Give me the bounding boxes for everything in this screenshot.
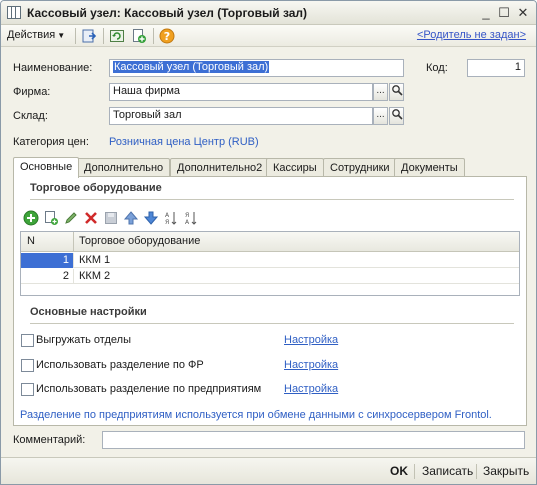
move-to-group-icon[interactable] (81, 28, 97, 44)
table-row[interactable]: 1 ККМ 1 (21, 253, 519, 268)
warehouse-select-button[interactable]: ... (373, 107, 388, 125)
tab-panel-main: Торговое оборудование A Я Я A N Торговое… (13, 176, 527, 426)
move-down-icon[interactable] (143, 210, 159, 226)
column-header-equipment[interactable]: Торговое оборудование (79, 235, 200, 247)
column-divider (73, 253, 74, 268)
row-number: 1 (62, 254, 69, 266)
name-label: Наименование: (13, 62, 93, 74)
code-field[interactable]: 1 (467, 59, 525, 77)
edit-row-icon[interactable] (63, 210, 79, 226)
toolbar-divider (103, 28, 104, 44)
magnifier-icon (391, 109, 403, 120)
export-departments-checkbox[interactable] (21, 334, 34, 347)
table-header: N Торговое оборудование (21, 232, 519, 252)
save-disabled-icon[interactable] (103, 210, 119, 226)
tab-employees[interactable]: Сотрудники (323, 158, 397, 177)
firm-value: Наша фирма (113, 85, 181, 97)
code-label: Код: (426, 62, 448, 74)
firm-label: Фирма: (13, 86, 51, 98)
price-category-label: Категория цен: (13, 136, 89, 148)
actions-menu[interactable]: Действия ▼ (7, 29, 65, 41)
footer-divider (476, 464, 477, 479)
split-by-fr-checkbox[interactable] (21, 359, 34, 372)
copy-row-icon[interactable] (43, 210, 59, 226)
save-button[interactable]: Записать (422, 464, 473, 478)
svg-text:A: A (185, 219, 190, 226)
tab-additional-2[interactable]: Дополнительно2 (170, 158, 270, 177)
export-departments-settings-link[interactable]: Настройка (284, 334, 338, 346)
close-icon[interactable]: ✕ (515, 5, 531, 21)
form-footer: OK Записать Закрыть (1, 457, 536, 484)
comment-field[interactable] (102, 431, 525, 449)
row-equipment-name: ККМ 1 (79, 254, 111, 266)
enterprise-split-note: Разделение по предприятиям используется … (20, 409, 492, 421)
toolbar-divider (153, 28, 154, 44)
equipment-table[interactable]: N Торговое оборудование 1 ККМ 1 2 ККМ 2 (20, 231, 520, 296)
close-button[interactable]: Закрыть (483, 464, 529, 478)
sort-descending-icon[interactable]: ЯA (183, 210, 199, 226)
tab-main[interactable]: Основные (13, 157, 80, 178)
tab-documents[interactable]: Документы (394, 158, 465, 177)
split-by-fr-settings-link[interactable]: Настройка (284, 359, 338, 371)
warehouse-open-button[interactable] (389, 107, 404, 125)
svg-text:?: ? (164, 30, 170, 43)
column-divider (73, 232, 74, 252)
split-by-enterprise-checkbox[interactable] (21, 383, 34, 396)
toolbar-divider (75, 28, 76, 44)
warehouse-label: Склад: (13, 110, 48, 122)
help-icon[interactable]: ? (159, 28, 175, 44)
minimize-icon[interactable]: _ (478, 5, 494, 21)
chevron-down-icon: ▼ (57, 31, 66, 40)
command-bar: Действия ▼ ? <Родитель не задан> (1, 25, 536, 47)
footer-divider (414, 464, 415, 479)
ellipsis-icon: ... (376, 85, 385, 96)
firm-select-button[interactable]: ... (373, 83, 388, 101)
split-by-fr-label: Использовать разделение по ФР (36, 359, 204, 371)
section-divider (30, 199, 514, 200)
sort-ascending-icon[interactable]: AЯ (163, 210, 179, 226)
add-document-icon[interactable] (131, 28, 147, 44)
code-value: 1 (514, 61, 521, 73)
price-category-link[interactable]: Розничная цена Центр (RUB) (109, 136, 259, 148)
column-divider (73, 269, 74, 284)
actions-menu-label: Действия (7, 29, 56, 41)
window-title: Кассовый узел: Кассовый узел (Торговый з… (27, 6, 308, 20)
firm-field[interactable]: Наша фирма (109, 83, 373, 101)
split-by-enterprise-settings-link[interactable]: Настройка (284, 383, 338, 395)
settings-section-title: Основные настройки (30, 306, 147, 318)
parent-link[interactable]: <Родитель не задан> (417, 29, 526, 41)
row-number: 2 (62, 270, 69, 282)
ellipsis-icon: ... (376, 109, 385, 120)
tab-additional[interactable]: Дополнительно (77, 158, 171, 177)
firm-open-button[interactable] (389, 83, 404, 101)
split-by-enterprise-label: Использовать разделение по предприятиям (36, 383, 262, 395)
svg-text:A: A (165, 212, 170, 219)
equipment-section-title: Торговое оборудование (30, 182, 162, 194)
column-header-n[interactable]: N (27, 235, 35, 247)
tab-cashiers[interactable]: Кассиры (266, 158, 324, 177)
section-divider (30, 323, 514, 324)
row-equipment-name: ККМ 2 (79, 270, 111, 282)
move-up-icon[interactable] (123, 210, 139, 226)
svg-text:Я: Я (185, 212, 189, 219)
warehouse-field[interactable]: Торговый зал (109, 107, 373, 125)
document-window: Кассовый узел: Кассовый узел (Торговый з… (0, 0, 537, 485)
name-field[interactable]: Кассовый узел (Торговый зал) (109, 59, 404, 77)
title-bar[interactable]: Кассовый узел: Кассовый узел (Торговый з… (1, 1, 536, 25)
refresh-icon[interactable] (109, 28, 125, 44)
svg-text:Я: Я (165, 219, 169, 226)
ok-button[interactable]: OK (390, 464, 408, 478)
add-row-icon[interactable] (23, 210, 39, 226)
table-icon (7, 6, 21, 19)
delete-row-icon[interactable] (83, 210, 99, 226)
name-value: Кассовый узел (Торговый зал) (113, 61, 270, 73)
table-row[interactable]: 2 ККМ 2 (21, 269, 519, 284)
export-departments-label: Выгружать отделы (36, 334, 131, 346)
warehouse-value: Торговый зал (113, 109, 182, 121)
magnifier-icon (391, 85, 403, 96)
comment-label: Комментарий: (13, 434, 86, 446)
maximize-icon[interactable]: ☐ (496, 5, 512, 21)
